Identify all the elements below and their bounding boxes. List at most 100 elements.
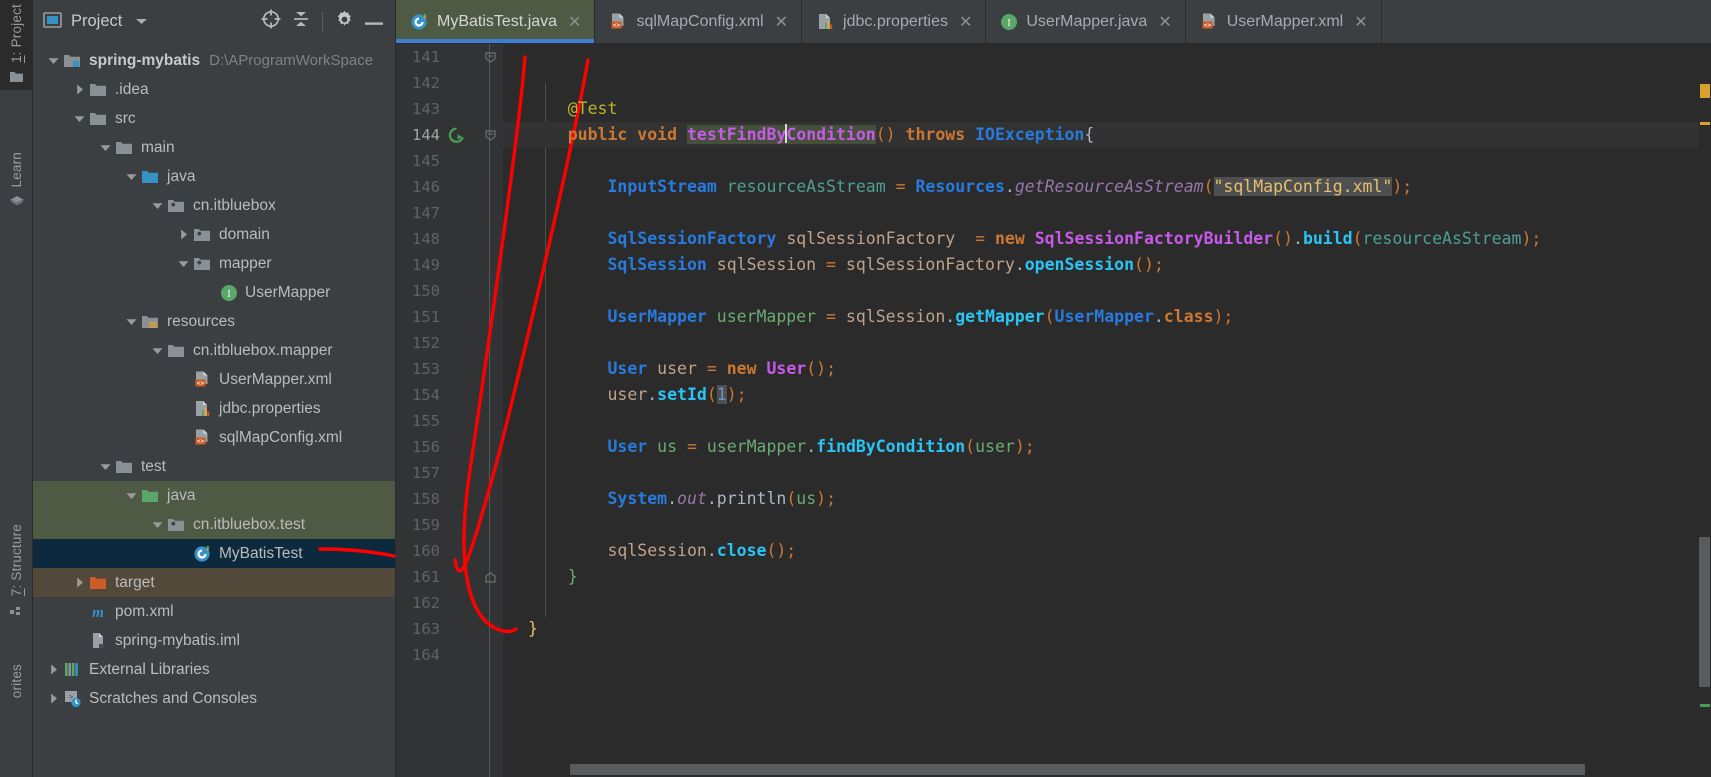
editor-tab-mybatistest-java[interactable]: MyBatisTest.java ✕ bbox=[396, 0, 596, 43]
collapse-all-button[interactable] bbox=[286, 7, 316, 37]
chevron-right-icon[interactable] bbox=[175, 226, 192, 243]
gutter-line-158[interactable]: 158 bbox=[396, 486, 503, 512]
tree-node-label: MyBatisTest bbox=[219, 544, 303, 562]
gutter-line-151[interactable]: 151 bbox=[396, 304, 503, 330]
gutter-line-142[interactable]: 142 bbox=[396, 70, 503, 96]
chevron-down-icon[interactable] bbox=[123, 168, 140, 185]
tree-node-usermapper[interactable]: I UserMapper bbox=[33, 278, 395, 307]
tree-node-cn-itbluebox-mapper[interactable]: cn.itbluebox.mapper bbox=[33, 336, 395, 365]
horizontal-scrollbar[interactable] bbox=[503, 761, 1698, 777]
gutter-line-148[interactable]: 148 bbox=[396, 226, 503, 252]
tree-node-pom-xml[interactable]: m pom.xml bbox=[33, 597, 395, 626]
gutter-line-164[interactable]: 164 bbox=[396, 642, 503, 668]
editor-gutter[interactable]: 141 142 143 144 145 146 147 148 149 150 151 152 153 1… bbox=[396, 44, 503, 777]
tree-node-label: spring-mybatis bbox=[89, 51, 201, 69]
tree-node-label: main bbox=[141, 138, 175, 156]
stripe-item-project[interactable]: 1: Project bbox=[0, 0, 33, 91]
tree-node-sqlmapconfig-xml[interactable]: <> sqlMapConfig.xml bbox=[33, 423, 395, 452]
tree-node-src[interactable]: src bbox=[33, 104, 395, 133]
close-icon[interactable]: ✕ bbox=[959, 12, 972, 32]
chevron-right-icon[interactable] bbox=[71, 81, 88, 98]
tree-node-spring-mybatis[interactable]: spring-mybatis D:\AProgramWorkSpace bbox=[33, 46, 395, 75]
gutter-line-163[interactable]: 163 bbox=[396, 616, 503, 642]
tree-node-idea[interactable]: .idea bbox=[33, 75, 395, 104]
chevron-down-icon[interactable] bbox=[97, 458, 114, 475]
chevron-down-icon[interactable] bbox=[149, 197, 166, 214]
project-view-selector[interactable]: Project bbox=[43, 11, 148, 33]
gutter-line-149[interactable]: 149 bbox=[396, 252, 503, 278]
tree-node-test[interactable]: test bbox=[33, 452, 395, 481]
gutter-line-153[interactable]: 153 bbox=[396, 356, 503, 382]
chevron-down-icon[interactable] bbox=[123, 313, 140, 330]
tree-node-spring-mybatis-iml[interactable]: spring-mybatis.iml bbox=[33, 626, 395, 655]
gutter-line-160[interactable]: 160 bbox=[396, 538, 503, 564]
chevron-down-icon[interactable] bbox=[45, 52, 62, 69]
close-icon[interactable]: ✕ bbox=[775, 12, 788, 32]
idea-window: 1: Project Learn 7: Structure orites Pro… bbox=[0, 0, 1711, 777]
gutter-line-141[interactable]: 141 bbox=[396, 44, 503, 70]
tree-node-scratches-and-consoles[interactable]: >_ Scratches and Consoles bbox=[33, 684, 395, 713]
gutter-line-150[interactable]: 150 bbox=[396, 278, 503, 304]
editor-tabs[interactable]: MyBatisTest.java ✕ <> sqlMapConfig.xml ✕ jdbc… bbox=[396, 0, 1711, 44]
source-code[interactable]: @Test public void testFindByCondition() … bbox=[503, 44, 1711, 668]
chevron-down-icon[interactable] bbox=[149, 342, 166, 359]
gutter-line-157[interactable]: 157 bbox=[396, 460, 503, 486]
tree-node-usermapper-xml[interactable]: <> UserMapper.xml bbox=[33, 365, 395, 394]
hide-panel-button[interactable] bbox=[359, 7, 389, 37]
gutter-line-146[interactable]: 146 bbox=[396, 174, 503, 200]
fold-marker[interactable] bbox=[481, 44, 499, 70]
editor-tab-sqlmapconfig-xml[interactable]: <> sqlMapConfig.xml ✕ bbox=[595, 0, 803, 43]
tree-node-mybatistest[interactable]: MyBatisTest bbox=[33, 539, 395, 568]
horizontal-scrollbar-thumb[interactable] bbox=[570, 764, 1585, 775]
project-tree[interactable]: spring-mybatis D:\AProgramWorkSpace .idea s… bbox=[33, 44, 395, 777]
xml-file-icon: <> bbox=[193, 370, 212, 389]
gutter-line-147[interactable]: 147 bbox=[396, 200, 503, 226]
editor-tab-usermapper-java[interactable]: I UserMapper.java ✕ bbox=[986, 0, 1186, 43]
gutter-line-156[interactable]: 156 bbox=[396, 434, 503, 460]
close-icon[interactable]: ✕ bbox=[568, 12, 581, 32]
fold-marker[interactable] bbox=[481, 564, 499, 590]
gutter-line-159[interactable]: 159 bbox=[396, 512, 503, 538]
chevron-down-icon[interactable] bbox=[71, 110, 88, 127]
gutter-line-162[interactable]: 162 bbox=[396, 590, 503, 616]
close-icon[interactable]: ✕ bbox=[1354, 12, 1367, 32]
chevron-down-icon[interactable] bbox=[97, 139, 114, 156]
close-icon[interactable]: ✕ bbox=[1158, 12, 1171, 32]
code-pane[interactable]: @Test public void testFindByCondition() … bbox=[503, 44, 1711, 777]
gutter-line-144[interactable]: 144 bbox=[396, 122, 503, 148]
gutter-line-154[interactable]: 154 bbox=[396, 382, 503, 408]
select-opened-file-button[interactable] bbox=[256, 7, 286, 37]
tree-node-java[interactable]: java bbox=[33, 162, 395, 191]
tree-node-cn-itbluebox[interactable]: cn.itbluebox bbox=[33, 191, 395, 220]
stripe-item-learn[interactable]: Learn bbox=[0, 148, 33, 215]
tree-node-domain[interactable]: domain bbox=[33, 220, 395, 249]
tree-node-target[interactable]: target bbox=[33, 568, 395, 597]
run-test-icon[interactable] bbox=[448, 126, 465, 144]
gutter-line-155[interactable]: 155 bbox=[396, 408, 503, 434]
tree-node-cn-itbluebox-test[interactable]: cn.itbluebox.test bbox=[33, 510, 395, 539]
chevron-down-icon[interactable] bbox=[123, 487, 140, 504]
editor-tab-jdbc-properties[interactable]: jdbc.properties ✕ bbox=[802, 0, 987, 43]
chevron-right-icon[interactable] bbox=[71, 574, 88, 591]
chevron-right-icon[interactable] bbox=[45, 690, 62, 707]
stripe-item-structure[interactable]: 7: Structure bbox=[0, 520, 33, 623]
fold-marker[interactable] bbox=[481, 122, 499, 148]
gutter-line-161[interactable]: 161 bbox=[396, 564, 503, 590]
tree-node-main[interactable]: main bbox=[33, 133, 395, 162]
tree-node-mapper[interactable]: mapper bbox=[33, 249, 395, 278]
tree-node-resources[interactable]: resources bbox=[33, 307, 395, 336]
gutter-line-145[interactable]: 145 bbox=[396, 148, 503, 174]
chevron-right-icon[interactable] bbox=[45, 661, 62, 678]
editor-tab-usermapper-xml[interactable]: <> UserMapper.xml ✕ bbox=[1186, 0, 1382, 43]
gutter-line-152[interactable]: 152 bbox=[396, 330, 503, 356]
stripe-item-favorites[interactable]: orites bbox=[0, 660, 33, 702]
code-line-156: User us = userMapper.findByCondition(use… bbox=[607, 437, 1035, 456]
info-marker[interactable] bbox=[1700, 704, 1710, 707]
tree-node-java[interactable]: java bbox=[33, 481, 395, 510]
settings-button[interactable] bbox=[329, 7, 359, 37]
gutter-line-143[interactable]: 143 bbox=[396, 96, 503, 122]
tree-node-external-libraries[interactable]: External Libraries bbox=[33, 655, 395, 684]
chevron-down-icon[interactable] bbox=[175, 255, 192, 272]
tree-node-jdbc-properties[interactable]: jdbc.properties bbox=[33, 394, 395, 423]
chevron-down-icon[interactable] bbox=[149, 516, 166, 533]
